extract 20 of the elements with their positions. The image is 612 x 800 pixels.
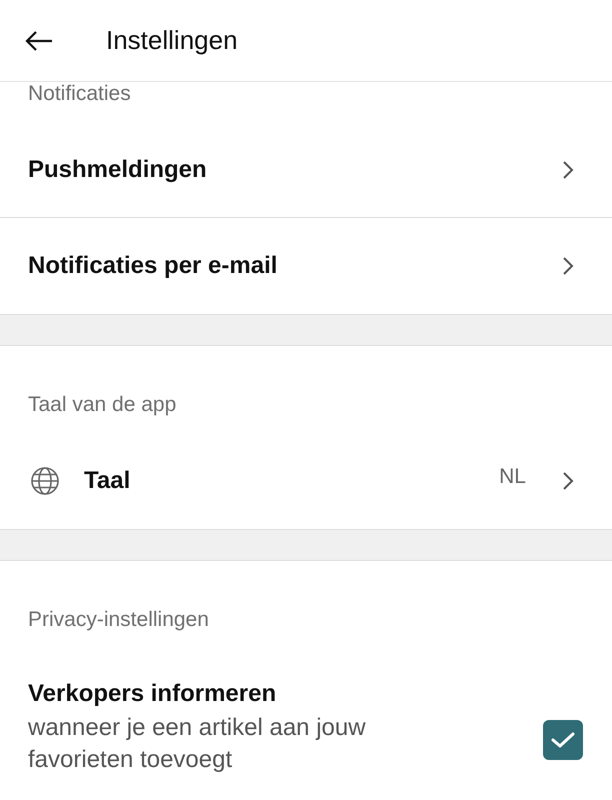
section-label: Notificaties [27, 82, 132, 107]
settings-row[interactable]: Pushmeldingen [0, 122, 612, 218]
row-description: wanneer je een artikel aan jouw favorieten toevoegt [28, 713, 367, 775]
back-icon[interactable] [25, 30, 53, 52]
chevron-icon [562, 256, 574, 276]
chevron-icon [562, 471, 574, 491]
checkbox[interactable] [543, 720, 583, 760]
chevron-icon [562, 160, 574, 180]
row-title: Verkopers informeren [28, 679, 278, 709]
check-icon [551, 731, 575, 749]
row-value: NL [499, 465, 526, 489]
settings-row[interactable]: Notificaties per e-mail [0, 218, 612, 314]
section-label: Privacy-instellingen [27, 607, 210, 633]
settings-row[interactable]: Taal NL [0, 433, 612, 529]
page-title: Instellingen [106, 25, 238, 56]
globe-icon [30, 466, 60, 496]
row-title: Notificaties per e-mail [28, 252, 278, 280]
section-label: Taal van de app [27, 392, 178, 418]
row-title: Pushmeldingen [28, 156, 208, 184]
row-title: Taal [84, 467, 132, 495]
